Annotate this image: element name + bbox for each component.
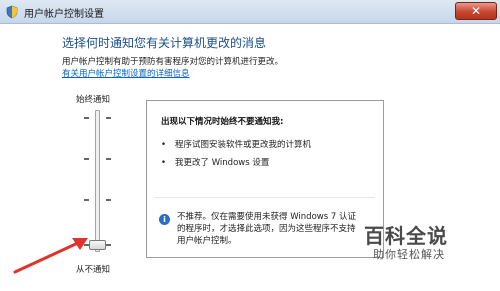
slider-tick xyxy=(106,117,111,119)
window-title: 用户帐户控制设置 xyxy=(24,9,104,20)
list-item-text: 程序试图安装软件或更改我的计算机 xyxy=(175,140,312,150)
slider-tick xyxy=(106,199,111,201)
panel-divider xyxy=(155,197,375,198)
description-panel: 出现以下情况时始终不要通知我: • 程序试图安装软件或更改我的计算机 • 我更改了 … xyxy=(146,100,384,258)
red-arrow-annotation xyxy=(13,238,88,274)
slider-top-label: 始终通知 xyxy=(76,95,111,105)
bullet-icon: • xyxy=(161,158,167,168)
uac-details-link[interactable]: 有关用户帐户控制设置的详细信息 xyxy=(62,67,190,79)
list-item: • 程序试图安装软件或更改我的计算机 xyxy=(161,138,311,150)
page-heading: 选择何时通知您有关计算机更改的消息 xyxy=(62,36,267,50)
list-item: • 我更改了 Windows 设置 xyxy=(161,156,269,168)
watermark-title: 百科全说 xyxy=(364,224,448,248)
panel-title: 出现以下情况时始终不要通知我: xyxy=(161,117,284,127)
watermark-subtitle: 助你轻松解决 xyxy=(373,248,445,261)
info-icon: i xyxy=(159,214,170,225)
shield-icon xyxy=(6,5,18,19)
list-item-text: 我更改了 Windows 设置 xyxy=(175,158,270,168)
slider-tick xyxy=(84,199,89,201)
warning-note: 不推荐。仅在需要使用未获得 Windows 7 认证的程序时，才选择此选项，因为… xyxy=(177,212,356,246)
slider-tick xyxy=(84,117,89,119)
close-button[interactable]: ✕ xyxy=(455,2,497,20)
slider-tick xyxy=(106,158,111,160)
description-text: 用户帐户控制有助于预防有害程序对您的计算机进行更改。 xyxy=(62,57,284,67)
slider-tick xyxy=(84,158,89,160)
title-bar: 用户帐户控制设置 ✕ xyxy=(0,0,500,24)
close-icon: ✕ xyxy=(470,4,482,18)
slider-tick xyxy=(106,244,111,246)
bullet-icon: • xyxy=(161,140,167,150)
